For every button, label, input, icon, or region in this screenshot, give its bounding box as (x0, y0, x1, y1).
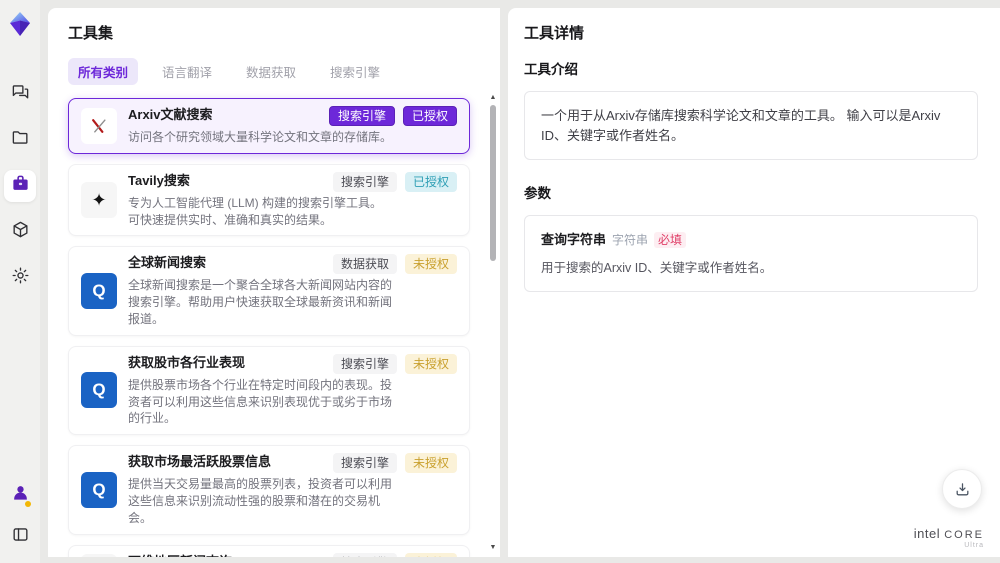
folder-icon (11, 128, 30, 152)
intro-box: 一个用于从Arxiv存储库搜索科学论文和文章的工具。 输入可以是Arxiv ID… (524, 91, 978, 160)
category-tab[interactable]: 搜索引擎 (320, 58, 390, 85)
param-type: 字符串 (612, 233, 649, 247)
notification-dot (25, 501, 31, 507)
param-required-badge: 必填 (654, 232, 687, 248)
param-list: 查询字符串 字符串 必填 用于搜索的Arxiv ID、关键字或作者姓名。 (524, 215, 978, 293)
app-logo-icon[interactable] (6, 10, 34, 38)
panel-toggle-icon (11, 525, 30, 549)
arxiv-logo-icon (81, 107, 117, 144)
sidebar-item-chat[interactable] (4, 78, 36, 110)
category-tag: 搜索引擎 (332, 171, 397, 192)
tool-name: 万维地区新闻查询 (128, 553, 232, 557)
tool-card[interactable]: ✦ Tavily搜索 搜索引擎 已授权 专为人工智能代理 (LLM) 构建的搜索… (68, 163, 470, 237)
tool-list: Arxiv文献搜索 搜索引擎 已授权 访问各个研究领域大量科学论文和文章的存储库… (68, 98, 476, 557)
params-heading: 参数 (524, 186, 551, 201)
briefcase-icon (11, 174, 30, 198)
param-name: 查询字符串 (541, 232, 607, 247)
parameter-card: 查询字符串 字符串 必填 用于搜索的Arxiv ID、关键字或作者姓名。 (524, 215, 978, 293)
page-title: 工具集 (68, 25, 114, 42)
tool-card[interactable]: Arxiv文献搜索 搜索引擎 已授权 访问各个研究领域大量科学论文和文章的存储库… (68, 98, 470, 154)
cube-icon (11, 220, 30, 244)
scrollbar-thumb[interactable] (490, 105, 496, 261)
tool-name: Arxiv文献搜索 (128, 107, 213, 122)
download-button[interactable] (942, 469, 982, 509)
category-tag: 搜索引擎 (332, 453, 397, 474)
news-logo-icon: Q (81, 372, 117, 409)
scroll-up-icon[interactable]: ▲ (488, 94, 498, 102)
tool-detail-panel: 工具详情 工具介绍 一个用于从Arxiv存储库搜索科学论文和文章的工具。 输入可… (508, 8, 1000, 557)
tool-description: 提供股票市场各个行业在特定时间段内的表现。投资者可以利用这些信息来识别表现优于或… (128, 377, 393, 426)
sidebar-item-folder[interactable] (4, 124, 36, 156)
tool-description: 提供当天交易量最高的股票列表，投资者可以利用这些信息来识别流动性强的股票和潜在的… (128, 477, 393, 525)
tool-description: 访问各个研究领域大量科学论文和文章的存储库。 (128, 130, 393, 144)
sidebar-item-user[interactable] (4, 479, 36, 511)
intel-core-logo: intel CORE Ultra (913, 526, 984, 549)
tool-card[interactable]: Q 获取股市各行业表现 搜索引擎 未授权 提供股票市场各个行业在特定时间段内的表… (68, 345, 470, 436)
tool-card[interactable]: 万维地区新闻查询 搜索引擎 未授权 查询具体行政区划内的新闻，快速了解各地新闻动 (68, 544, 470, 557)
sidebar-bottom (4, 479, 36, 553)
detail-title: 工具详情 (524, 25, 585, 42)
tool-card[interactable]: Q 全球新闻搜索 数据获取 未授权 全球新闻搜索是一个聚合全球各大新闻网站内容的… (68, 246, 470, 336)
building-icon (81, 554, 117, 557)
category-tabs: 所有类别 语言翻译 数据获取 搜索引擎 (68, 58, 480, 85)
news-logo-icon: Q (81, 273, 117, 310)
category-tag: 数据获取 (332, 254, 397, 275)
auth-status-badge: 已授权 (402, 106, 457, 126)
category-tab[interactable]: 语言翻译 (152, 58, 222, 85)
sidebar-item-gear[interactable] (4, 262, 36, 294)
news-logo-icon: Q (81, 471, 117, 508)
sparkle-icon: ✦ (81, 182, 117, 219)
category-tag: 搜索引擎 (332, 552, 397, 557)
intro-heading: 工具介绍 (524, 62, 578, 77)
auth-status-badge: 未授权 (404, 353, 457, 374)
category-tag: 搜索引擎 (332, 353, 397, 374)
sidebar-rail (0, 0, 40, 563)
intro-text: 一个用于从Arxiv存储库搜索科学论文和文章的工具。 输入可以是Arxiv ID… (541, 108, 941, 143)
tool-name: 获取股市各行业表现 (128, 354, 246, 370)
auth-status-badge: 未授权 (404, 552, 457, 557)
tool-list-panel: 工具集 所有类别 语言翻译 数据获取 搜索引擎 Arxiv文献搜索 搜索引擎 已授权 … (48, 8, 500, 557)
sidebar-nav (4, 78, 36, 294)
scroll-down-icon[interactable]: ▼ (488, 544, 498, 552)
tool-name: 获取市场最活跃股票信息 (128, 454, 272, 470)
tool-name: Tavily搜索 (128, 172, 190, 188)
auth-status-badge: 已授权 (404, 171, 457, 192)
tool-card[interactable]: Q 获取市场最活跃股票信息 搜索引擎 未授权 提供当天交易量最高的股票列表，投资… (68, 445, 470, 535)
auth-status-badge: 未授权 (404, 453, 457, 474)
chat-icon (11, 82, 30, 106)
tool-name: 全球新闻搜索 (128, 255, 207, 271)
sidebar-item-briefcase[interactable] (4, 170, 36, 202)
sidebar-item-panel-toggle[interactable] (4, 521, 36, 553)
download-icon (956, 482, 968, 495)
tool-description: 专为人工智能代理 (LLM) 构建的搜索引擎工具。可快速提供实时、准确和真实的结… (128, 195, 383, 227)
sidebar-item-cube[interactable] (4, 216, 36, 248)
tool-description: 全球新闻搜索是一个聚合全球各大新闻网站内容的搜索引擎。帮助用户快速获取全球最新资… (128, 278, 393, 326)
list-scrollbar[interactable]: ▲ ▼ (488, 94, 498, 552)
category-tag: 搜索引擎 (328, 106, 395, 126)
param-description: 用于搜索的Arxiv ID、关键字或作者姓名。 (541, 260, 773, 275)
auth-status-badge: 未授权 (404, 254, 457, 275)
category-tab[interactable]: 数据获取 (236, 58, 306, 85)
category-tab[interactable]: 所有类别 (68, 58, 139, 85)
gear-icon (11, 266, 30, 290)
